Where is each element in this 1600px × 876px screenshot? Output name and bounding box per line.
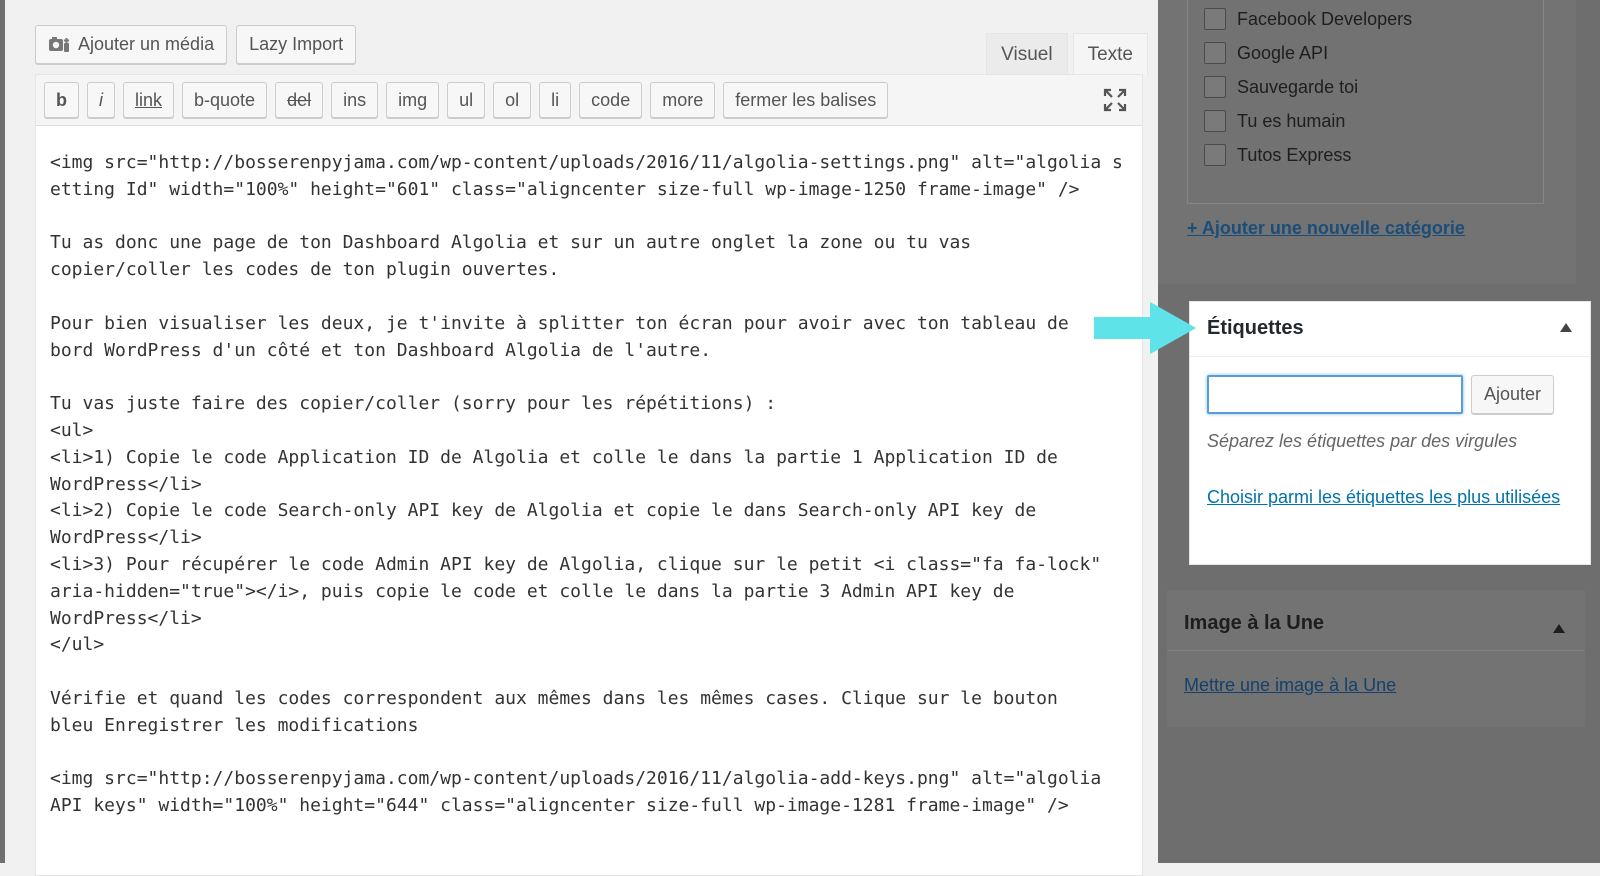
add-category-link[interactable]: + Ajouter une nouvelle catégorie — [1187, 218, 1465, 239]
lazy-import-label: Lazy Import — [249, 34, 344, 54]
add-media-button[interactable]: Ajouter un média — [35, 25, 228, 64]
qt-del-button[interactable]: del — [275, 82, 324, 118]
category-item[interactable]: Sauvegarde toi — [1204, 76, 1358, 98]
tags-hint: Séparez les étiquettes par des virgules — [1207, 431, 1518, 451]
category-label: Facebook Developers — [1237, 8, 1413, 29]
add-tag-label: Ajouter — [1484, 384, 1542, 404]
qt-link-button[interactable]: link — [123, 82, 175, 118]
category-checkbox[interactable] — [1204, 76, 1226, 98]
qt-ol-button[interactable]: ol — [493, 82, 532, 118]
category-list: Facebook Developers Google API Sauvegard… — [1187, 0, 1544, 204]
qt-bold-button[interactable]: b — [44, 82, 79, 118]
tab-text[interactable]: Texte — [1072, 33, 1148, 75]
post-editor: Ajouter un média Lazy Import Visuel Text… — [5, 0, 1158, 876]
lazy-import-button[interactable]: Lazy Import — [236, 25, 357, 64]
quicktags-toolbar: b i link b-quote del ins img ul ol li co… — [36, 75, 1142, 126]
featured-image-header[interactable]: Image à la Une — [1167, 590, 1585, 651]
category-item[interactable]: Facebook Developers — [1204, 8, 1412, 30]
featured-image-panel: Image à la Une Mettre une image à la Une — [1167, 590, 1585, 727]
qt-img-button[interactable]: img — [386, 82, 440, 118]
add-tag-button[interactable]: Ajouter — [1471, 375, 1555, 414]
qt-close-tags-button[interactable]: fermer les balises — [723, 82, 889, 118]
category-label: Tutos Express — [1237, 144, 1352, 165]
qt-blockquote-button[interactable]: b-quote — [182, 82, 268, 118]
set-featured-image-link[interactable]: Mettre une image à la Une — [1184, 675, 1396, 696]
category-checkbox[interactable] — [1204, 144, 1226, 166]
tags-panel: Étiquettes Ajouter Séparez les étiquette… — [1189, 301, 1591, 565]
add-media-icon — [49, 36, 69, 52]
media-buttons: Ajouter un média Lazy Import — [35, 25, 357, 64]
category-item[interactable]: Google API — [1204, 42, 1328, 64]
category-label: Sauvegarde toi — [1237, 76, 1359, 97]
category-item[interactable]: Tutos Express — [1204, 144, 1351, 166]
category-checkbox[interactable] — [1204, 110, 1226, 132]
category-checkbox[interactable] — [1204, 8, 1226, 30]
category-label: Tu es humain — [1237, 110, 1346, 131]
qt-li-button[interactable]: li — [539, 82, 572, 118]
categories-panel: Facebook Developers Google API Sauvegard… — [1158, 0, 1576, 284]
tags-panel-header[interactable]: Étiquettes — [1190, 302, 1590, 357]
editor-mode-tabs: Visuel Texte — [986, 33, 1148, 75]
text-editor-area[interactable]: <img src="http://bosserenpyjama.com/wp-c… — [50, 150, 1130, 820]
add-media-label: Ajouter un média — [78, 34, 215, 54]
collapse-arrow-icon[interactable] — [1553, 624, 1565, 633]
tags-input[interactable] — [1207, 375, 1463, 414]
tags-title: Étiquettes — [1207, 317, 1304, 339]
qt-more-button[interactable]: more — [650, 82, 716, 118]
choose-tags-link[interactable]: Choisir parmi les étiquettes les plus ut… — [1207, 484, 1567, 511]
editor-container: b i link b-quote del ins img ul ol li co… — [35, 74, 1143, 876]
qt-ul-button[interactable]: ul — [447, 82, 486, 118]
tab-visual[interactable]: Visuel — [986, 33, 1068, 75]
qt-italic-button[interactable]: i — [87, 82, 115, 118]
featured-image-title: Image à la Une — [1184, 612, 1325, 634]
category-label: Google API — [1237, 42, 1329, 63]
collapse-arrow-icon[interactable] — [1560, 323, 1572, 332]
qt-code-button[interactable]: code — [579, 82, 643, 118]
highlight-arrow-icon — [1094, 302, 1196, 354]
fullscreen-icon[interactable] — [1102, 87, 1128, 113]
qt-ins-button[interactable]: ins — [331, 82, 379, 118]
category-item[interactable]: Tu es humain — [1204, 110, 1345, 132]
category-checkbox[interactable] — [1204, 42, 1226, 64]
